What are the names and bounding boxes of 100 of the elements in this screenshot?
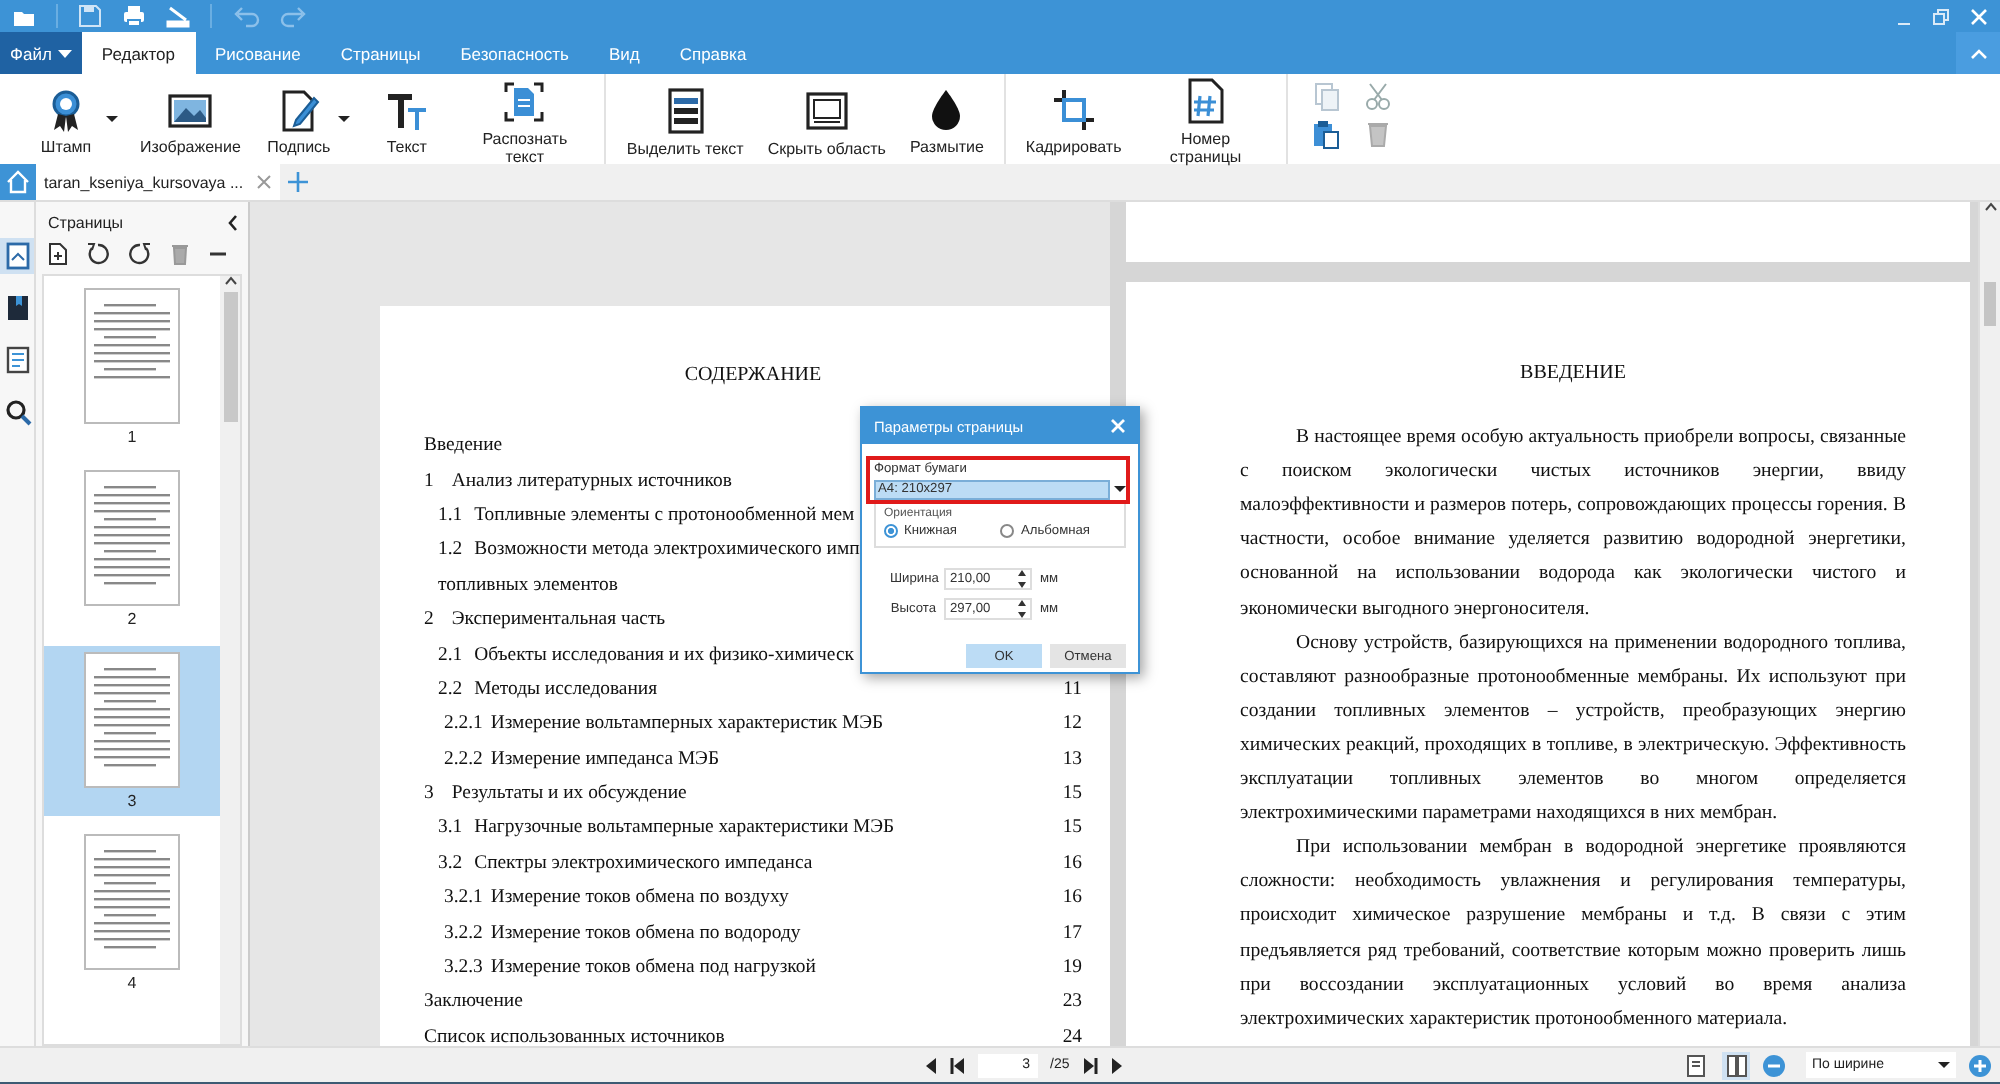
scroll-thumb[interactable]: [223, 292, 237, 422]
collapse-ribbon-button[interactable]: [1956, 32, 2000, 74]
page-thumbnail-item[interactable]: 4: [44, 828, 220, 998]
zoom-out-icon[interactable]: [1762, 1053, 1786, 1077]
spin-arrows-icon[interactable]: [1018, 570, 1026, 588]
page-thumbnails-icon: [3, 242, 31, 270]
view-mode-button[interactable]: [1682, 1051, 1710, 1079]
next-page-icon[interactable]: [1109, 1057, 1124, 1073]
dropdown-arrow[interactable]: [106, 112, 118, 126]
document-tab[interactable]: taran_kseniya_kursovaya ...: [36, 164, 280, 200]
paragraph: Основу устройств, базирующихся на применении водородного топлива, составляют разнообразные протонообменные мембраны. Их используют при создании топливных элементов – устройств, преобразующих энергию химических реакций, проходящих в топливе, в электрическую. Эффективность эксплуатации топливных элементов во многом определяется электрохимическими параметрами находящихся в них мембран.: [1240, 629, 1906, 829]
ribbon-button[interactable]: Номер страницы: [1135, 72, 1276, 166]
rotate-left-icon[interactable]: [86, 242, 110, 266]
scan-page-icon: [502, 79, 547, 123]
page-thumbnail-item[interactable]: 3: [44, 646, 220, 816]
first-page-icon[interactable]: [950, 1057, 966, 1073]
rotate-right-icon[interactable]: [128, 242, 152, 266]
close-icon[interactable]: [255, 174, 272, 190]
document-tab-title: taran_kseniya_kursovaya ...: [44, 173, 244, 191]
menu-tab[interactable]: Редактор: [81, 32, 195, 74]
view-mode-button[interactable]: [1722, 1051, 1750, 1079]
add-tab-icon[interactable]: [287, 172, 308, 192]
caret-down-icon: [106, 116, 118, 122]
scanner-icon[interactable]: [166, 4, 190, 28]
crop-icon: [1051, 88, 1096, 132]
print-icon[interactable]: [122, 4, 146, 28]
zoom-in-icon[interactable]: [1968, 1053, 1992, 1077]
scroll-thumb[interactable]: [1984, 282, 1996, 326]
scissors-icon[interactable]: [1363, 82, 1392, 110]
toc-entry[interactable]: 3.2.3 Измерение токов обмена под нагрузкой 19: [424, 949, 1082, 985]
page-number: 4: [127, 974, 137, 992]
redo-icon[interactable]: [280, 4, 308, 28]
page-thumbnail-item[interactable]: 1: [44, 282, 220, 452]
page-thumbnail-item[interactable]: 2: [44, 464, 220, 634]
restore-icon[interactable]: [1932, 7, 1950, 25]
two-pages-icon: [1725, 1053, 1747, 1077]
page-thumbnail-drawing: [84, 470, 180, 606]
page-number: 1: [127, 428, 137, 446]
toc-entry[interactable]: 2.2.2 Измерение импеданса МЭБ 13: [424, 741, 1082, 776]
trash-icon[interactable]: [170, 242, 190, 266]
trash-icon[interactable]: [1363, 120, 1392, 148]
file-menu[interactable]: Файл: [0, 32, 82, 74]
chevron-left-icon[interactable]: [226, 213, 240, 231]
drop-icon: [928, 88, 965, 132]
toc-entry[interactable]: Заключение 23: [424, 984, 1082, 1020]
spin-arrows-icon[interactable]: [1018, 600, 1026, 618]
add-page-icon[interactable]: [48, 242, 68, 266]
bookmark-book-icon: [3, 294, 31, 322]
toc-entry[interactable]: 3.2.1 Измерение токов обмена по воздуху 16: [424, 880, 1082, 915]
toc-entry[interactable]: 3 Результаты и их обсуждение 15: [424, 775, 1082, 811]
ribbon-button[interactable]: Выделить текст: [616, 81, 754, 157]
chevron-up-icon: [1969, 47, 1987, 59]
caret-down-icon: [1938, 1062, 1950, 1068]
save-icon[interactable]: [78, 4, 102, 28]
hidden-area-icon: [803, 87, 850, 133]
toc-entry[interactable]: 2.2 Методы исследования 11: [424, 671, 1082, 707]
side-panel-tab[interactable]: [0, 394, 34, 430]
home-button[interactable]: [0, 164, 36, 200]
ribbon-button[interactable]: Кадрировать: [1015, 82, 1132, 156]
undo-icon[interactable]: [232, 4, 260, 28]
toc-entry[interactable]: 3.1 Нагрузочные вольтамперные характеристики МЭБ 15: [424, 810, 1082, 846]
panel-title: Страницы: [48, 213, 124, 231]
toc-entry[interactable]: 3.2.2 Измерение токов обмена по водороду 17: [424, 914, 1082, 950]
paragraph: При использовании мембран в водородной энергетике проявляются сложности: необходимость увлажнения и регулирования температуры, происходит химическое разрушение мембраны и т.д. В связи с этим предъявляется ряд требований, соответствие которым можно проверить лишь при воссоздании эксплуатационных условий во время анализа электрохимических характеристик протонообменного материала.: [1240, 834, 1906, 1034]
last-page-icon[interactable]: [1081, 1057, 1098, 1073]
page-number: 3: [127, 792, 137, 810]
page-thumbnail-drawing: [84, 834, 180, 970]
ribbon-button[interactable]: Штамп: [22, 82, 110, 156]
previous-page-icon[interactable]: [924, 1057, 938, 1073]
page-heading: ВВЕДЕНИЕ: [1518, 360, 1628, 388]
paste-icon[interactable]: [1311, 120, 1340, 150]
toc-entry[interactable]: Список использованных источников 24: [424, 1019, 1082, 1046]
single-page-icon: [1686, 1053, 1706, 1077]
ribbon-button[interactable]: Распознать текст: [454, 73, 595, 165]
home-icon: [6, 170, 30, 194]
caret-down-icon: [57, 49, 72, 57]
toc-entry[interactable]: 2.2.1 Измерение вольтамперных характеристик МЭБ 12: [424, 706, 1082, 742]
page-thumbnail-drawing: [84, 652, 180, 788]
ribbon-button[interactable]: Изображение: [130, 82, 251, 156]
picture-icon: [166, 88, 215, 132]
ribbon-button[interactable]: Скрыть область: [757, 81, 896, 157]
scrollbar[interactable]: [220, 276, 240, 1044]
search-icon: [3, 398, 31, 426]
caret-down-icon[interactable]: [1114, 486, 1126, 492]
text-size-icon: [384, 88, 429, 132]
page-number: 2: [127, 610, 137, 628]
toc-entry[interactable]: 3.2 Спектры электрохимического импеданса 16: [424, 845, 1082, 881]
ribbon-button[interactable]: Размытие: [899, 82, 994, 156]
text-lines-icon: [663, 87, 708, 133]
ribbon-button[interactable]: Подпись: [254, 82, 343, 156]
caret-down-icon: [338, 116, 351, 122]
paragraph: В настоящее время особую актуальность приобрели вопросы, связанные с поиском экологически чистых источников энергии, ввиду малоэффективности и размеров потерь, сопровождающих процессы горения. В частности, особое внимание уделяется развитию водородной энергетики, основанной на использовании водорода как экологически чистого и экономически выгодного энергоносителя.: [1240, 424, 1906, 624]
chevron-up-icon: [223, 276, 237, 286]
scrollbar[interactable]: [1978, 202, 2000, 1046]
dropdown-arrow[interactable]: [338, 112, 351, 126]
more-icon[interactable]: [208, 248, 228, 260]
chevron-up-icon: [1983, 202, 1997, 212]
ribbon-button[interactable]: Текст: [362, 82, 451, 156]
page-thumbnail-drawing: [84, 288, 180, 424]
page-heading: СОДЕРЖАНИЕ: [682, 364, 824, 386]
